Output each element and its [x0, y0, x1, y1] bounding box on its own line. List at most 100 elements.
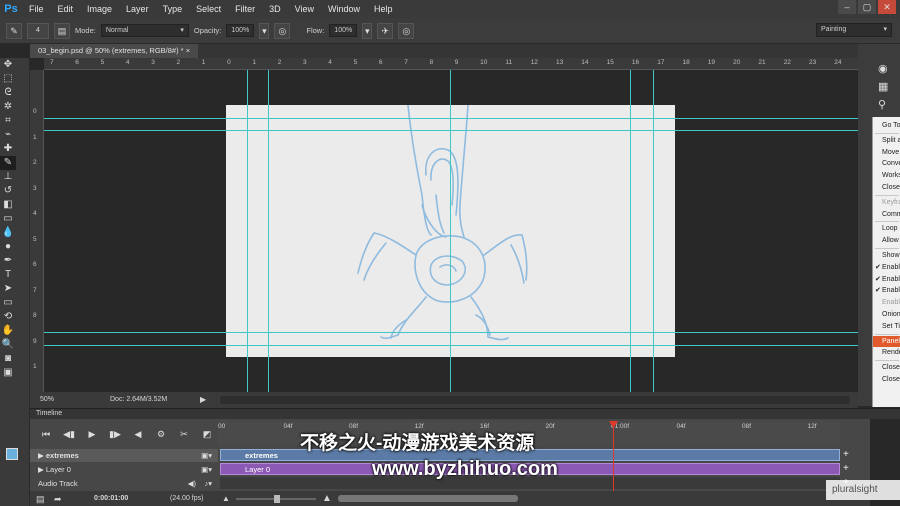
zoom-level[interactable]: 50%	[40, 396, 54, 403]
split-scissors-icon[interactable]: ✂	[174, 425, 194, 443]
status-menu-arrow-icon[interactable]: ▶	[200, 395, 206, 404]
play-icon[interactable]: ▶	[82, 425, 102, 443]
crop-tool-icon[interactable]: ⌗	[0, 114, 16, 128]
flow-input[interactable]: 100%	[329, 24, 358, 37]
color-panel-icon[interactable]: ◉	[878, 62, 888, 75]
gradient-tool-icon[interactable]: ▭	[0, 212, 16, 226]
shape-tool-icon[interactable]: ▭	[0, 296, 16, 310]
menu-edit[interactable]: Edit	[51, 0, 81, 18]
close-button[interactable]: ✕	[878, 0, 896, 14]
history-brush-tool-icon[interactable]: ↺	[0, 184, 16, 198]
pen-tool-icon[interactable]: ✒	[0, 254, 16, 268]
dodge-tool-icon[interactable]: ●	[0, 240, 16, 254]
zoom-tool-icon[interactable]: 🔍	[0, 338, 16, 352]
flow-slider-icon[interactable]: ▾	[362, 22, 373, 39]
foreground-color-swatch[interactable]	[6, 448, 18, 460]
lasso-tool-icon[interactable]: ᘓ	[0, 86, 16, 100]
zoom-in-mountain-icon[interactable]: ▲	[322, 493, 332, 504]
next-frame-icon[interactable]: ▮▶	[105, 425, 125, 443]
menu-filter[interactable]: Filter	[228, 0, 262, 18]
mute-audio-icon[interactable]: ◀)	[188, 477, 196, 490]
flyout-menu-item[interactable]: Onion Skin Settings...	[873, 309, 900, 321]
quick-mask-icon[interactable]: ◙	[0, 352, 16, 366]
add-media-icon[interactable]: +	[843, 449, 849, 460]
flyout-menu-item[interactable]: Comments	[873, 209, 900, 221]
marquee-tool-icon[interactable]: ⬚	[0, 72, 16, 86]
add-media-icon[interactable]: +	[843, 463, 849, 474]
opacity-slider-icon[interactable]: ▾	[259, 22, 270, 39]
transition-icon[interactable]: ◩	[197, 425, 217, 443]
flyout-menu-item[interactable]: ✔Enable Auto-Scrolling	[873, 285, 900, 297]
menu-type[interactable]: Type	[156, 0, 190, 18]
previous-frame-icon[interactable]: ◀▮	[59, 425, 79, 443]
track-label-extremes[interactable]: ▶ extremes ▣▾	[30, 449, 218, 462]
brush-tool-icon[interactable]: ✎	[6, 22, 22, 39]
minimize-button[interactable]: –	[838, 0, 856, 14]
brush-tool-icon[interactable]: ✎	[0, 156, 16, 170]
playhead[interactable]	[613, 421, 614, 491]
menu-3d[interactable]: 3D	[262, 0, 288, 18]
flyout-menu-item[interactable]: Allow Frame Skipping	[873, 235, 900, 247]
expand-arrow-icon[interactable]: ▶	[38, 465, 46, 474]
horizontal-scrollbar[interactable]	[220, 396, 850, 404]
menu-file[interactable]: File	[22, 0, 51, 18]
expand-arrow-icon[interactable]: ▶	[38, 451, 46, 460]
type-tool-icon[interactable]: T	[0, 268, 16, 282]
maximize-button[interactable]: ▢	[858, 0, 876, 14]
track-label-layer0[interactable]: ▶ Layer 0 ▣▾	[30, 463, 218, 476]
adjustments-panel-icon[interactable]: ⚲	[878, 98, 886, 111]
menu-image[interactable]: Image	[80, 0, 119, 18]
flyout-menu-item[interactable]: Convert Frames	[873, 158, 900, 170]
flyout-menu-item[interactable]: Close Gaps	[873, 182, 900, 194]
brush-panel-icon[interactable]: ▤	[54, 22, 70, 39]
flyout-menu-item[interactable]: Move Layer	[873, 147, 900, 159]
move-tool-icon[interactable]: ✥	[0, 58, 16, 72]
render-video-icon[interactable]: ➦	[54, 494, 62, 505]
airbrush-icon[interactable]: ✈	[377, 22, 394, 39]
flyout-menu-item[interactable]: Loop Playback	[873, 223, 900, 235]
mode-select[interactable]: Normal ▾	[100, 24, 189, 37]
flyout-menu-item[interactable]: Split at Playhead	[873, 135, 900, 147]
flyout-menu-item[interactable]: Close	[873, 362, 900, 374]
hand-tool-icon[interactable]: ✋	[0, 324, 16, 338]
filmstrip-icon[interactable]: ▣▾	[201, 463, 212, 476]
path-selection-tool-icon[interactable]: ➤	[0, 282, 16, 296]
magic-wand-tool-icon[interactable]: ✲	[0, 100, 16, 114]
timeline-scrollbar[interactable]	[338, 495, 518, 502]
flyout-menu-item[interactable]: Close Tab Group	[873, 374, 900, 386]
guide-horizontal[interactable]	[44, 332, 858, 333]
flyout-menu-item[interactable]: Go To	[873, 120, 900, 132]
menu-view[interactable]: View	[288, 0, 321, 18]
screen-mode-icon[interactable]: ▣	[0, 366, 16, 380]
flyout-menu-item[interactable]: Show	[873, 250, 900, 262]
blur-tool-icon[interactable]: 💧	[0, 226, 16, 240]
audio-icon[interactable]: ◀	[128, 425, 148, 443]
brush-preset-picker[interactable]: 4	[27, 22, 49, 39]
3d-tool-icon[interactable]: ⟲	[0, 310, 16, 324]
filmstrip-icon[interactable]: ▣▾	[201, 449, 212, 462]
settings-gear-icon[interactable]: ⚙	[151, 425, 171, 443]
guide-horizontal[interactable]	[44, 130, 858, 131]
eyedropper-tool-icon[interactable]: ⌁	[0, 128, 16, 142]
close-tab-icon[interactable]: ×	[186, 46, 190, 55]
healing-brush-tool-icon[interactable]: ✚	[0, 142, 16, 156]
zoom-out-mountain-icon[interactable]: ▲	[222, 494, 230, 503]
guide-horizontal[interactable]	[44, 345, 858, 346]
flyout-menu-item[interactable]: Render Video...	[873, 347, 900, 359]
go-to-first-frame-icon[interactable]: ⏮	[36, 425, 56, 443]
track-label-audio[interactable]: Audio Track ◀) ♪▾	[30, 477, 218, 490]
flyout-menu-item[interactable]: Set Timeline Frame Rate...	[873, 321, 900, 333]
flyout-menu-item[interactable]: Panel Options...	[873, 335, 900, 348]
swatches-panel-icon[interactable]: ▦	[878, 80, 888, 93]
eraser-tool-icon[interactable]: ◧	[0, 198, 16, 212]
pressure-opacity-icon[interactable]: ◎	[274, 22, 291, 39]
menu-select[interactable]: Select	[189, 0, 228, 18]
flyout-menu-item[interactable]: ✔Enable Onion Skins	[873, 274, 900, 286]
convert-frames-icon[interactable]: ▤	[36, 494, 45, 505]
document-tab[interactable]: 03_begin.psd @ 50% (extremes, RGB/8#) * …	[30, 44, 199, 58]
flyout-menu-item[interactable]: Workspace	[873, 170, 900, 182]
workspace-select[interactable]: Painting ▾	[816, 23, 892, 37]
timeline-zoom-handle[interactable]	[274, 495, 280, 503]
flyout-menu-item[interactable]: ✔Enable Timeline Shortcut Keys	[873, 262, 900, 274]
opacity-input[interactable]: 100%	[226, 24, 255, 37]
